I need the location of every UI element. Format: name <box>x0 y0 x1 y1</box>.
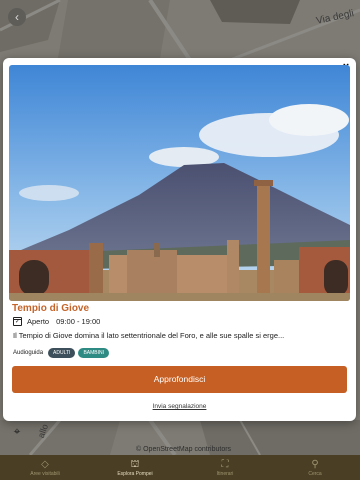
audio-guide-label: Audioguida <box>13 350 44 356</box>
tag-bambini[interactable]: BAMBINI <box>78 348 110 358</box>
approfondisci-button[interactable]: Approfondisci <box>12 366 347 393</box>
locate-me-icon[interactable]: ⌖ <box>10 424 24 438</box>
tag-adulti[interactable]: ADULTI <box>48 348 76 358</box>
nav-label: Aree visitabili <box>30 470 60 477</box>
nav-item-itinerari[interactable]: ⛶ Itinerari <box>190 459 260 477</box>
report-link[interactable]: Invia segnalazione <box>3 403 356 410</box>
opening-hours: Aperto 09:00 - 19:00 <box>13 317 100 326</box>
opening-hours-value: 09:00 - 19:00 <box>56 317 101 326</box>
nav-label: Cerca <box>308 470 322 477</box>
map-attribution: © OpenStreetMap contributors <box>136 446 232 453</box>
temple-icon: ⛫ <box>130 458 140 470</box>
route-icon: ◇ <box>41 458 49 470</box>
nav-item-aree-visitabili[interactable]: ◇ Aree visitabili <box>10 459 80 477</box>
back-button[interactable]: ‹ <box>8 8 26 26</box>
open-status: Aperto <box>27 317 50 326</box>
search-icon: ⚲ <box>311 458 319 470</box>
poi-photo <box>9 65 350 301</box>
poi-description: Il Tempio di Giove domina il lato setten… <box>13 331 285 340</box>
calendar-check-icon <box>13 317 22 326</box>
poi-title: Tempio di Giove <box>12 303 90 314</box>
temple-of-jupiter-photo <box>9 65 350 301</box>
nav-label: Itinerari <box>216 470 234 477</box>
bottom-nav: ◇ Aree visitabili ⛫ Esplora Pompei ⛶ Iti… <box>0 455 360 480</box>
nav-item-cerca[interactable]: ⚲ Cerca <box>280 459 350 477</box>
map-icon: ⛶ <box>221 458 229 470</box>
poi-modal: × <box>3 58 356 421</box>
audio-guide-tags: Audioguida ADULTI BAMBINI <box>13 348 112 358</box>
nav-item-esplora-pompei[interactable]: ⛫ Esplora Pompei <box>100 459 170 477</box>
nav-label: Esplora Pompei <box>117 470 153 477</box>
